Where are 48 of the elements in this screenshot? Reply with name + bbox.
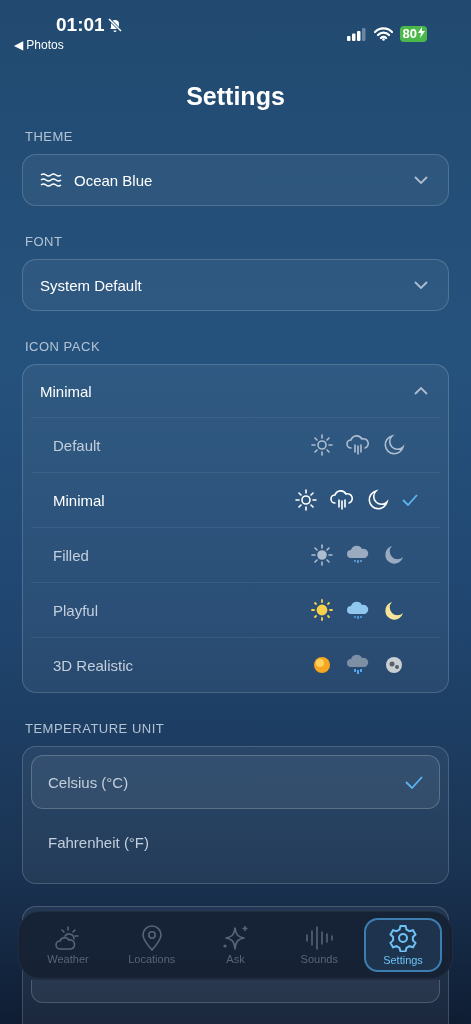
font-dropdown[interactable]: System Default [22, 259, 449, 311]
section-label: TEMPERATURE UNIT [25, 721, 166, 736]
battery-icon: 80 [399, 26, 427, 42]
moon-icon [383, 654, 405, 676]
sun-cloud-icon [54, 925, 82, 951]
moon-icon [383, 434, 405, 456]
moon-icon [383, 544, 405, 566]
sun-icon [311, 434, 333, 456]
status-time: 01:01 [56, 14, 105, 36]
checkmark-icon [402, 494, 418, 506]
wifi-icon [373, 27, 393, 41]
location-pin-icon [140, 925, 163, 951]
sun-icon [311, 654, 333, 676]
chevron-down-icon [414, 281, 428, 289]
temperature-option[interactable]: Fahrenheit (°F) [31, 815, 440, 869]
tab[interactable]: Settings [364, 918, 442, 972]
sun-icon [311, 544, 333, 566]
checkmark-icon [405, 775, 423, 789]
sparkle-icon [221, 925, 250, 951]
theme-dropdown[interactable]: Ocean Blue [22, 154, 449, 206]
icon-pack-option[interactable]: Default [31, 417, 440, 472]
settings-icon [389, 924, 417, 952]
rain-cloud-icon [330, 489, 354, 511]
icon-pack-option[interactable]: Minimal [31, 472, 440, 527]
sun-icon [295, 489, 317, 511]
temperature-option[interactable]: Celsius (°C) [31, 755, 440, 809]
section-label: THEME [25, 129, 74, 144]
icon-pack-dropdown[interactable]: Minimal [23, 365, 448, 417]
moon-icon [367, 489, 389, 511]
rain-cloud-icon [346, 599, 370, 621]
chevron-up-icon [414, 387, 428, 395]
section-label: ICON PACK [25, 339, 102, 354]
icon-pack-option[interactable]: Playful [31, 582, 440, 637]
section-label: FONT [25, 234, 64, 249]
sound-wave-icon [305, 925, 334, 951]
rain-cloud-icon [346, 654, 370, 676]
sun-icon [311, 599, 333, 621]
rain-cloud-icon [346, 544, 370, 566]
moon-icon [383, 599, 405, 621]
signal-icon [346, 27, 367, 41]
back-link[interactable]: ◀ Photos [14, 38, 64, 52]
waves-icon [40, 172, 62, 188]
icon-pack-option[interactable]: Filled [31, 527, 440, 582]
icon-pack-option[interactable]: 3D Realistic [31, 637, 440, 692]
dropdown-field[interactable] [31, 980, 440, 1003]
chevron-down-icon [414, 176, 428, 184]
rain-cloud-icon [346, 434, 370, 456]
page-title: Settings [185, 82, 286, 111]
